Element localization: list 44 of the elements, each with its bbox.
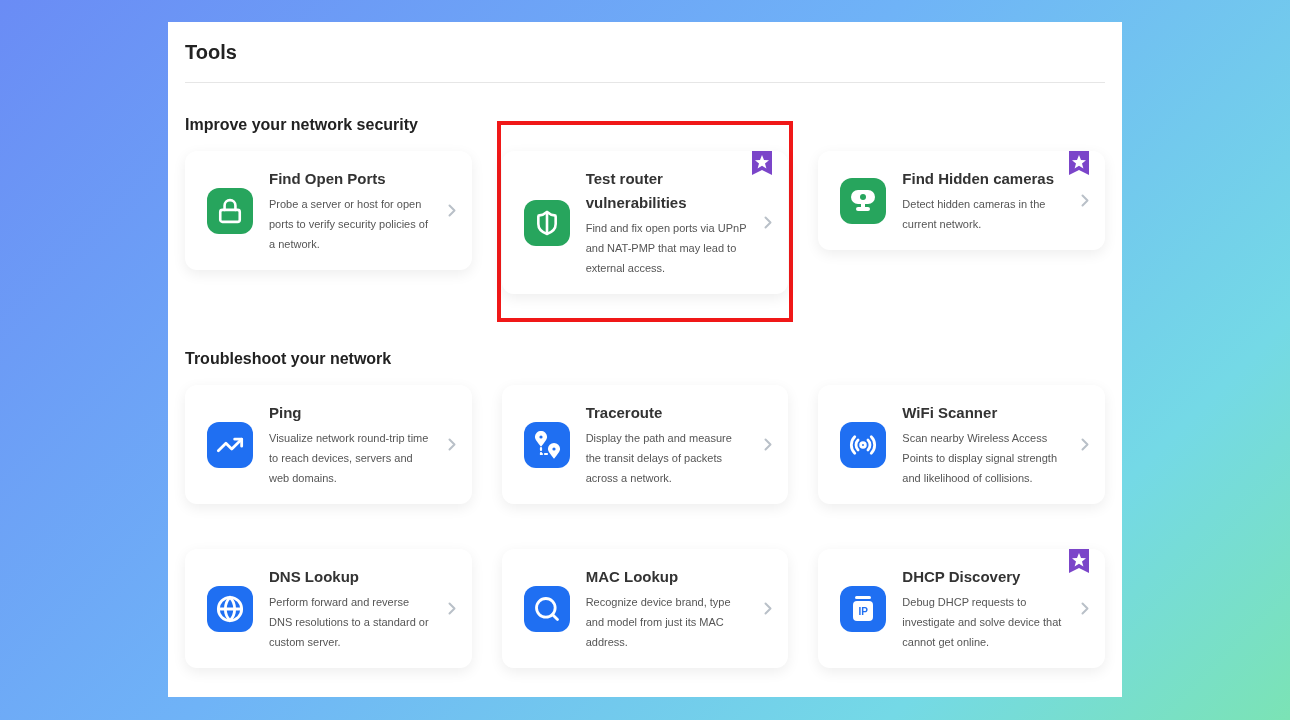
chevron-right-icon xyxy=(764,602,773,615)
tool-description: Debug DHCP requests to investigate and solve device that cannot get online. xyxy=(902,595,1063,650)
tool-description: Probe a server or host for open ports to verify security policies of a network. xyxy=(269,197,429,252)
tool-title: Test router vulnerabilities xyxy=(585,169,688,213)
tool-description: Find and fix open ports via UPnP and NAT-PMP that may lead to external access. xyxy=(585,221,748,276)
page-title: Tools xyxy=(185,36,1105,83)
tool-title: DHCP Discovery xyxy=(902,567,1022,587)
tool-card[interactable]: DNS Lookup Perform forward and reverse DNS resolutions to a standard or custom server. xyxy=(185,549,472,668)
tool-description: Detect hidden cameras in the current network. xyxy=(902,197,1047,232)
chevron-right-icon xyxy=(764,438,773,451)
tool-description: Recognize device brand, type and model from just its MAC address. xyxy=(585,595,732,650)
chevron-right-icon xyxy=(764,216,773,229)
tool-description: Scan nearby Wireless Access Points to display signal strength and likelihood of collisions. xyxy=(902,431,1059,486)
tool-title: MAC Lookup xyxy=(585,567,680,587)
chevron-right-icon xyxy=(1081,194,1089,207)
tool-title: Ping xyxy=(269,403,303,423)
section-heading: Improve your network security xyxy=(185,115,419,135)
tool-card[interactable]: Find Hidden cameras Detect hidden cameras in the current network. xyxy=(818,151,1105,250)
webcam-icon xyxy=(849,187,878,214)
tool-card[interactable]: Find Open Ports Probe a server or host for open ports to verify security policies of a network. xyxy=(185,151,472,270)
tool-card[interactable]: Test router vulnerabilities Find and fix open ports via UPnP and NAT-PMP that may lead to external access. xyxy=(501,151,789,294)
tool-card[interactable]: WiFi Scanner Scan nearby Wireless Access Points to display signal strength and likelihood of collisions. xyxy=(818,385,1105,504)
tool-card[interactable]: Traceroute Display the path and measure the transit delays of packets across a network. xyxy=(501,385,789,504)
section-heading: Troubleshoot your network xyxy=(185,349,393,369)
route-pins-icon xyxy=(532,430,561,459)
tool-title: Traceroute xyxy=(585,403,664,423)
tool-card[interactable]: Ping Visualize network round-trip time to reach devices, servers and web domains. xyxy=(185,385,472,504)
tool-description: Perform forward and reverse DNS resolutions to a standard or custom server. xyxy=(269,595,430,650)
chevron-right-icon xyxy=(1081,602,1089,615)
chevron-right-icon xyxy=(447,602,456,615)
tool-title: Find Open Ports xyxy=(269,169,387,189)
tool-card[interactable]: MAC Lookup Recognize device brand, type and model from just its MAC address. xyxy=(501,549,789,668)
tool-description: Visualize network round-trip time to reach devices, servers and web domains. xyxy=(269,431,430,486)
globe-icon xyxy=(216,594,244,623)
chevron-right-icon xyxy=(447,438,456,451)
tool-title: Find Hidden cameras xyxy=(902,169,1056,189)
tool-description: Display the path and measure the transit delays of packets across a network. xyxy=(585,431,733,486)
chevron-right-icon xyxy=(1081,438,1089,451)
search-icon xyxy=(532,594,561,623)
tool-card[interactable]: IP DHCP Discovery Debug DHCP requests to investigate and solve device that cannot get online. xyxy=(818,549,1105,668)
tool-title: DNS Lookup xyxy=(269,567,360,587)
tool-title: WiFi Scanner xyxy=(902,403,999,423)
chevron-right-icon xyxy=(447,204,456,217)
lock-icon xyxy=(217,197,243,224)
